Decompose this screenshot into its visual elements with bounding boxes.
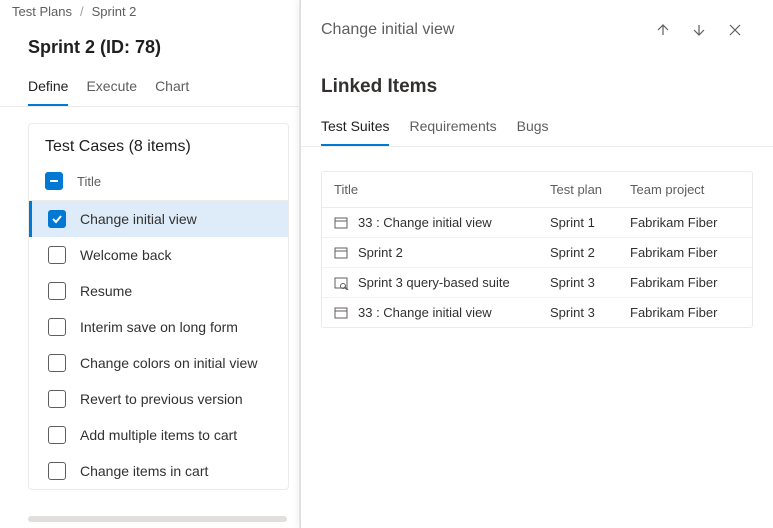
linked-items-table: Title Test plan Team project 33 : Change…	[321, 171, 753, 328]
tab-bugs[interactable]: Bugs	[517, 112, 549, 146]
panel-header: Change initial view	[301, 0, 773, 60]
cell-title: 33 : Change initial view	[358, 305, 550, 320]
close-button[interactable]	[717, 12, 753, 48]
cell-title: Sprint 3 query-based suite	[358, 275, 550, 290]
list-item[interactable]: Change items in cart	[29, 453, 288, 489]
panel-title: Change initial view	[321, 21, 645, 39]
page-title: Sprint 2 (ID: 78)	[0, 23, 299, 66]
column-header-title[interactable]: Title	[77, 174, 101, 189]
close-icon	[727, 22, 743, 38]
row-title: Resume	[80, 283, 132, 299]
check-icon	[51, 213, 63, 225]
suite-icon	[334, 246, 350, 260]
row-checkbox[interactable]	[48, 282, 66, 300]
table-row[interactable]: 33 : Change initial viewSprint 3Fabrikam…	[322, 298, 752, 327]
column-header-title[interactable]: Title	[334, 182, 550, 197]
next-button[interactable]	[681, 12, 717, 48]
tab-define[interactable]: Define	[28, 72, 68, 106]
list-header: Title	[29, 166, 288, 201]
row-title: Welcome back	[80, 247, 172, 263]
row-title: Add multiple items to cart	[80, 427, 237, 443]
cell-team: Fabrikam Fiber	[630, 215, 740, 230]
suite-icon	[334, 216, 350, 230]
cell-plan: Sprint 2	[550, 245, 630, 260]
suite-icon	[334, 306, 350, 320]
row-title: Change colors on initial view	[80, 355, 257, 371]
section-title: Linked Items	[301, 60, 773, 108]
cell-title: Sprint 2	[358, 245, 550, 260]
indeterminate-icon	[48, 175, 60, 187]
table-row[interactable]: Sprint 2Sprint 2Fabrikam Fiber	[322, 238, 752, 268]
row-title: Revert to previous version	[80, 391, 243, 407]
select-all-checkbox[interactable]	[45, 172, 63, 190]
cell-team: Fabrikam Fiber	[630, 275, 740, 290]
list-item[interactable]: Revert to previous version	[29, 381, 288, 417]
breadcrumb-current[interactable]: Sprint 2	[92, 4, 137, 19]
table-row[interactable]: Sprint 3 query-based suiteSprint 3Fabrik…	[322, 268, 752, 298]
breadcrumb-root[interactable]: Test Plans	[12, 4, 72, 19]
card-title: Test Cases (8 items)	[29, 124, 288, 166]
column-header-plan[interactable]: Test plan	[550, 182, 630, 197]
panel-tabs: Test Suites Requirements Bugs	[301, 108, 773, 147]
cell-plan: Sprint 3	[550, 305, 630, 320]
tab-test-suites[interactable]: Test Suites	[321, 112, 389, 146]
tab-chart[interactable]: Chart	[155, 72, 189, 106]
suite-icon	[334, 276, 350, 290]
horizontal-scrollbar[interactable]	[28, 516, 287, 522]
side-panel: Change initial view Linked Items Test Su…	[300, 0, 773, 528]
list-item[interactable]: Welcome back	[29, 237, 288, 273]
row-checkbox[interactable]	[48, 246, 66, 264]
cell-title: 33 : Change initial view	[358, 215, 550, 230]
table-row[interactable]: 33 : Change initial viewSprint 1Fabrikam…	[322, 208, 752, 238]
row-checkbox[interactable]	[48, 462, 66, 480]
main-tabs: Define Execute Chart	[0, 66, 299, 107]
row-title: Change items in cart	[80, 463, 208, 479]
cell-team: Fabrikam Fiber	[630, 305, 740, 320]
list-item[interactable]: Add multiple items to cart	[29, 417, 288, 453]
cell-plan: Sprint 1	[550, 215, 630, 230]
cell-team: Fabrikam Fiber	[630, 245, 740, 260]
list-item[interactable]: Change initial view	[29, 201, 288, 237]
cell-plan: Sprint 3	[550, 275, 630, 290]
table-body: 33 : Change initial viewSprint 1Fabrikam…	[322, 208, 752, 327]
list-item[interactable]: Interim save on long form	[29, 309, 288, 345]
tab-execute[interactable]: Execute	[86, 72, 137, 106]
table-header: Title Test plan Team project	[322, 172, 752, 208]
column-header-team[interactable]: Team project	[630, 182, 740, 197]
row-checkbox[interactable]	[48, 354, 66, 372]
row-checkbox[interactable]	[48, 390, 66, 408]
arrow-up-icon	[655, 22, 671, 38]
row-title: Change initial view	[80, 211, 197, 227]
previous-button[interactable]	[645, 12, 681, 48]
row-checkbox[interactable]	[48, 210, 66, 228]
tab-requirements[interactable]: Requirements	[409, 112, 496, 146]
list-item[interactable]: Change colors on initial view	[29, 345, 288, 381]
arrow-down-icon	[691, 22, 707, 38]
list-item[interactable]: Resume	[29, 273, 288, 309]
test-cases-card: Test Cases (8 items) Title Change initia…	[28, 123, 289, 490]
row-checkbox[interactable]	[48, 426, 66, 444]
row-checkbox[interactable]	[48, 318, 66, 336]
main-panel: Test Plans / Sprint 2 Sprint 2 (ID: 78) …	[0, 0, 300, 528]
breadcrumb: Test Plans / Sprint 2	[0, 0, 299, 23]
breadcrumb-separator: /	[80, 4, 84, 19]
list-body: Change initial view Welcome back Resume Int…	[29, 201, 288, 489]
row-title: Interim save on long form	[80, 319, 238, 335]
